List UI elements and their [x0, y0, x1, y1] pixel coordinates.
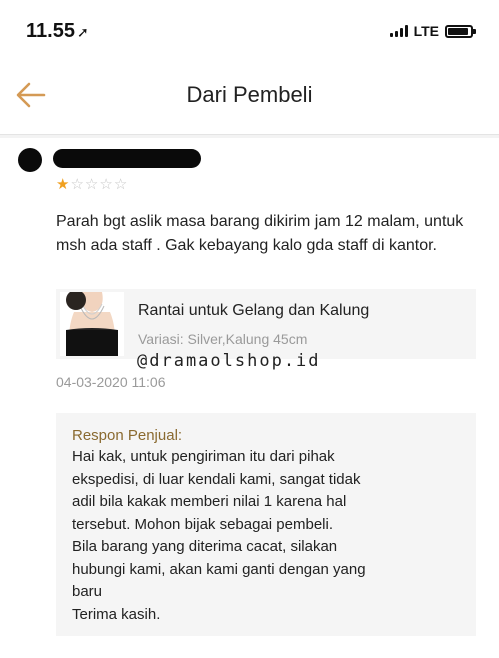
star-icon: ☆: [70, 176, 84, 193]
location-arrow-icon: ➚: [76, 24, 89, 40]
star-icon: ☆: [84, 176, 99, 193]
response-line: baru: [72, 583, 103, 600]
product-card[interactable]: Rantai untuk Gelang dan Kalung Variasi: …: [56, 289, 476, 359]
product-name: Rantai untuk Gelang dan Kalung: [138, 302, 370, 319]
watermark: @dramaolshop.id: [137, 351, 321, 371]
status-indicators: LTE: [389, 23, 476, 39]
response-line: tersebut. Mohon bijak sebagai pembeli.: [72, 515, 333, 533]
response-line: Bila barang yang diterima cacat, silakan: [72, 538, 338, 555]
status-time: 11.55 ➚: [26, 20, 89, 42]
page-title: Dari Pembeli: [186, 82, 313, 107]
response-line: ekspedisi, di luar kendali kami, sangat …: [72, 470, 361, 488]
username-redacted: [53, 149, 201, 168]
battery-icon: [445, 24, 476, 38]
avatar[interactable]: [18, 148, 42, 172]
navigation-bar: Dari Pembeli: [0, 58, 499, 135]
product-image: [60, 292, 124, 356]
review-date: 04-03-2020 11:06: [56, 374, 166, 390]
response-line: Terima kasih.: [72, 605, 161, 623]
star-icon: ☆: [113, 176, 128, 193]
response-line: Hai kak, untuk pengiriman itu dari pihak: [72, 448, 335, 465]
signal-icon: [389, 25, 408, 37]
response-line: adil bila kakak memberi nilai 1 karena h…: [72, 493, 347, 510]
response-line: hubungi kami, akan kami ganti dengan yan…: [72, 560, 366, 578]
rating-stars: ★ ☆ ☆ ☆ ☆: [56, 176, 127, 194]
seller-response: Respon Penjual: Hai kak, untuk pengirima…: [56, 413, 476, 636]
network-type: LTE: [413, 23, 439, 39]
status-bar: 11.55 ➚ LTE: [0, 0, 499, 58]
star-icon: ☆: [99, 176, 113, 193]
seller-response-label: Respon Penjual:: [72, 427, 183, 444]
seller-response-text: Hai kak, untuk pengiriman itu dari pihak…: [72, 446, 462, 626]
product-variant: Variasi: Silver,Kalung 45cm: [138, 331, 308, 347]
star-icon: ★: [56, 176, 70, 193]
review-text: Parah bgt aslik masa barang dikirim jam …: [56, 213, 464, 254]
